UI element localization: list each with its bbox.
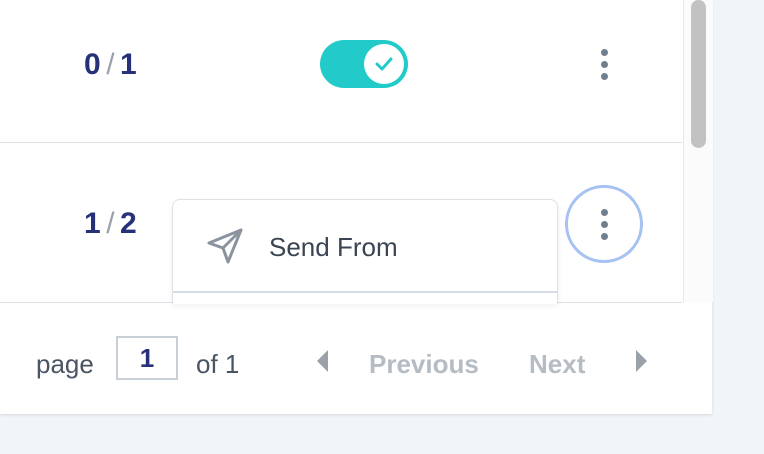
menu-item-send-from[interactable]: Send From bbox=[173, 200, 557, 291]
scrollbar-thumb[interactable] bbox=[691, 0, 706, 148]
menu-divider bbox=[173, 291, 557, 293]
row-actions-button[interactable] bbox=[565, 25, 643, 103]
count-separator: / bbox=[106, 207, 116, 240]
caret-right-icon[interactable] bbox=[634, 349, 648, 373]
pagination-bar: page 1 of 1 Previous Next bbox=[0, 303, 712, 414]
page-label: page bbox=[36, 349, 94, 379]
progress-count: 1/2 bbox=[84, 207, 137, 241]
table-row: 0/1 bbox=[0, 0, 682, 143]
toggle-knob bbox=[364, 44, 404, 84]
next-button[interactable]: Next bbox=[529, 349, 585, 380]
previous-button[interactable]: Previous bbox=[369, 349, 479, 380]
vertical-scrollbar[interactable] bbox=[683, 0, 713, 302]
progress-count: 0/1 bbox=[84, 48, 137, 82]
menu-item-label: Send From bbox=[269, 232, 398, 262]
status-toggle[interactable] bbox=[320, 40, 408, 88]
check-icon bbox=[375, 57, 393, 71]
kebab-menu-icon bbox=[600, 48, 608, 80]
done-count: 1 bbox=[84, 207, 102, 240]
table-panel: 0/1 1/2 Send From page 1 of 1 Previous N… bbox=[0, 0, 713, 414]
page-total-label: of 1 bbox=[196, 349, 240, 379]
count-separator: / bbox=[106, 48, 116, 81]
caret-left-icon[interactable] bbox=[316, 349, 330, 373]
total-count: 1 bbox=[120, 48, 138, 81]
done-count: 0 bbox=[84, 48, 102, 81]
row-actions-button-active[interactable] bbox=[565, 185, 643, 263]
row-actions-menu: Send From bbox=[172, 199, 558, 304]
kebab-menu-icon bbox=[600, 208, 608, 240]
page-number-input[interactable]: 1 bbox=[116, 336, 178, 380]
total-count: 2 bbox=[120, 207, 138, 240]
send-icon bbox=[207, 228, 243, 264]
